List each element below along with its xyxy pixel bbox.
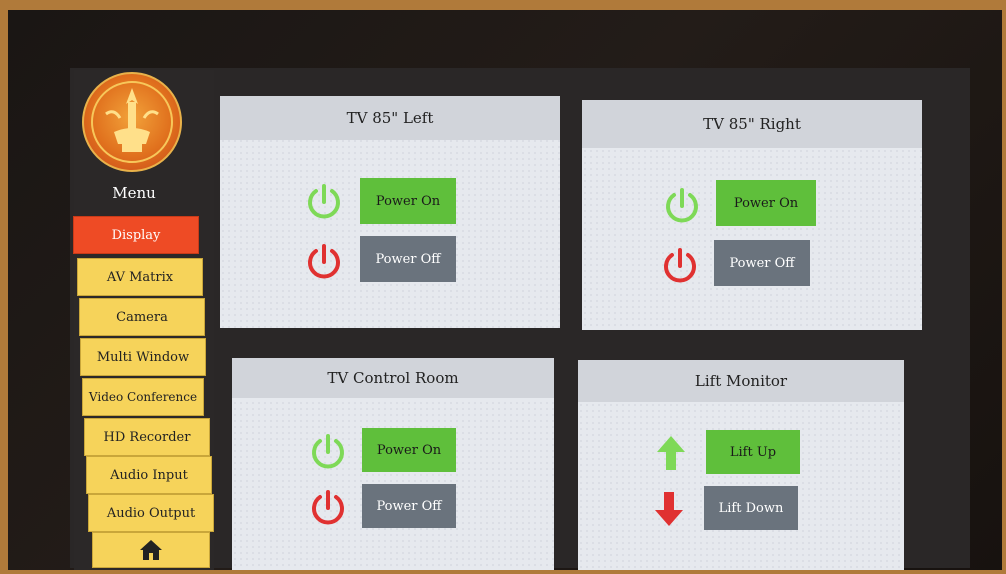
panel-tv-control-room: TV Control Room Power On Power Off — [232, 358, 554, 570]
menu-item-label: HD Recorder — [103, 429, 191, 445]
power-off-button[interactable]: Power Off — [360, 236, 456, 282]
panel-tv-left: TV 85" Left Power On Power Off — [220, 96, 560, 328]
menu-item-label: Camera — [116, 309, 168, 325]
menu-title: Menu — [112, 184, 156, 202]
power-off-icon — [312, 490, 344, 525]
menu-item-label: Audio Input — [110, 467, 188, 483]
lift-down-button[interactable]: Lift Down — [704, 486, 798, 530]
emblem-logo — [82, 72, 182, 172]
panel-title: TV 85" Left — [220, 96, 560, 140]
power-on-icon — [308, 184, 340, 219]
menu-item-display[interactable]: Display — [73, 216, 199, 254]
menu-item-camera[interactable]: Camera — [79, 298, 205, 336]
menu-item-label: AV Matrix — [106, 269, 174, 285]
lift-up-button[interactable]: Lift Up — [706, 430, 800, 474]
panel-title: TV 85" Right — [582, 100, 922, 148]
power-on-icon — [666, 188, 698, 223]
menu-item-label: Display — [111, 227, 161, 243]
power-on-icon — [312, 434, 344, 469]
menu-item-video-conference[interactable]: Video Conference — [82, 378, 204, 416]
menu-item-av-matrix[interactable]: AV Matrix — [77, 258, 203, 296]
power-off-button[interactable]: Power Off — [714, 240, 810, 286]
power-on-button[interactable]: Power On — [716, 180, 816, 226]
menu-item-multi-window[interactable]: Multi Window — [80, 338, 206, 376]
panel-title: TV Control Room — [232, 358, 554, 398]
menu-item-label: Audio Output — [106, 505, 196, 521]
power-off-icon — [308, 244, 340, 279]
menu-item-label: Video Conference — [88, 390, 198, 404]
menu-item-audio-input[interactable]: Audio Input — [86, 456, 212, 494]
panel-lift-monitor: Lift Monitor Lift Up Lift Down — [578, 360, 904, 570]
power-on-button[interactable]: Power On — [362, 428, 456, 472]
power-on-button[interactable]: Power On — [360, 178, 456, 224]
panel-tv-right: TV 85" Right Power On Power Off — [582, 100, 922, 330]
home-button[interactable] — [92, 532, 210, 568]
home-icon — [140, 540, 162, 560]
arrow-down-icon — [655, 492, 683, 526]
power-off-button[interactable]: Power Off — [362, 484, 456, 528]
menu-item-label: Multi Window — [96, 349, 190, 365]
power-off-icon — [664, 248, 696, 283]
arrow-up-icon — [657, 436, 685, 470]
menu-item-hd-recorder[interactable]: HD Recorder — [84, 418, 210, 456]
menu-item-audio-output[interactable]: Audio Output — [88, 494, 214, 532]
panel-title: Lift Monitor — [578, 360, 904, 402]
